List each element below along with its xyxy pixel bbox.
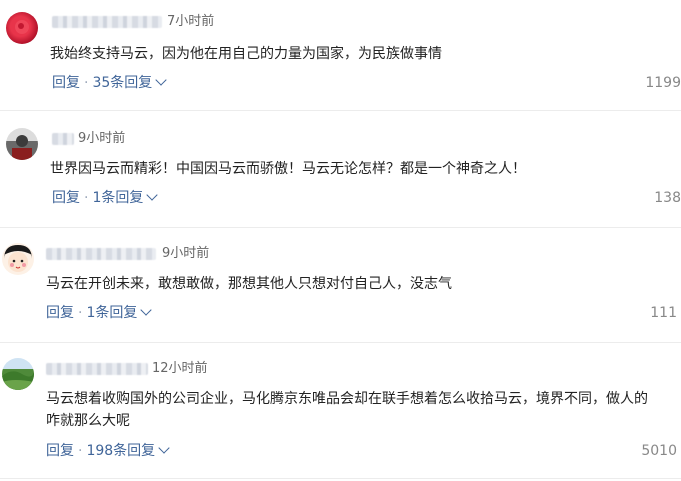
chevron-down-icon[interactable] <box>158 442 170 454</box>
reply-row: 回复 · 35条回复 <box>52 74 167 92</box>
comment-text: 世界因马云而精彩！中国因马云而骄傲！马云无论怎样？都是一个神奇之人！ <box>50 161 526 177</box>
comment-text: 我始终支持马云，因为他在用自己的力量为国家，为民族做事情 <box>50 46 442 62</box>
landscape-avatar-icon <box>2 371 34 390</box>
avatar[interactable] <box>2 243 34 275</box>
comment-time: 12小时前 <box>152 361 208 376</box>
divider <box>0 110 681 111</box>
view-replies-link[interactable]: 35条回复 <box>92 75 152 91</box>
view-replies-link[interactable]: 1条回复 <box>92 190 143 206</box>
chevron-down-icon[interactable] <box>146 189 159 201</box>
like-count[interactable]: 5010 <box>641 442 677 460</box>
like-count[interactable]: 138 <box>654 189 681 207</box>
separator-dot: · <box>78 443 83 459</box>
reply-row: 回复 · 1条回复 <box>52 189 159 207</box>
separator-dot: · <box>78 305 83 321</box>
separator-dot: · <box>84 190 89 206</box>
avatar[interactable] <box>6 12 38 44</box>
divider <box>0 227 681 228</box>
rose-avatar-icon <box>15 20 29 34</box>
reply-button[interactable]: 回复 <box>52 190 80 206</box>
divider <box>0 342 681 343</box>
divider <box>0 478 681 479</box>
avatar[interactable] <box>2 358 34 390</box>
reply-row: 回复 · 198条回复 <box>46 442 170 460</box>
username-blurred <box>52 133 74 145</box>
reply-button[interactable]: 回复 <box>52 75 80 91</box>
separator-dot: · <box>84 75 89 91</box>
username-blurred <box>46 248 156 260</box>
chevron-down-icon[interactable] <box>140 304 153 316</box>
username-blurred <box>52 16 162 28</box>
chevron-down-icon[interactable] <box>155 74 167 86</box>
view-replies-link[interactable]: 1条回复 <box>86 305 137 321</box>
comment-text: 马云在开创未来，敢想敢做，那想其他人只想对付自己人，没志气 <box>46 276 452 292</box>
comment-time: 7小时前 <box>167 14 215 29</box>
avatar[interactable] <box>6 128 38 160</box>
comment-time: 9小时前 <box>78 131 126 146</box>
reply-button[interactable]: 回复 <box>46 443 74 459</box>
comment-time: 9小时前 <box>162 246 210 261</box>
comment-text-line-1: 马云想着收购国外的公司企业，马化腾京东唯品会却在联手想着怎么收拾马云，境界不同，… <box>46 391 648 407</box>
person-avatar-icon <box>12 135 32 160</box>
like-count[interactable]: 1199 <box>645 74 681 92</box>
like-count[interactable]: 111 <box>650 304 677 322</box>
reply-row: 回复 · 1条回复 <box>46 304 153 322</box>
username-blurred <box>46 363 148 375</box>
view-replies-link[interactable]: 198条回复 <box>86 443 155 459</box>
reply-button[interactable]: 回复 <box>46 305 74 321</box>
cartoon-girl-avatar-icon <box>4 245 32 272</box>
comment-text-line-2: 咋就那么大呢 <box>46 413 130 429</box>
